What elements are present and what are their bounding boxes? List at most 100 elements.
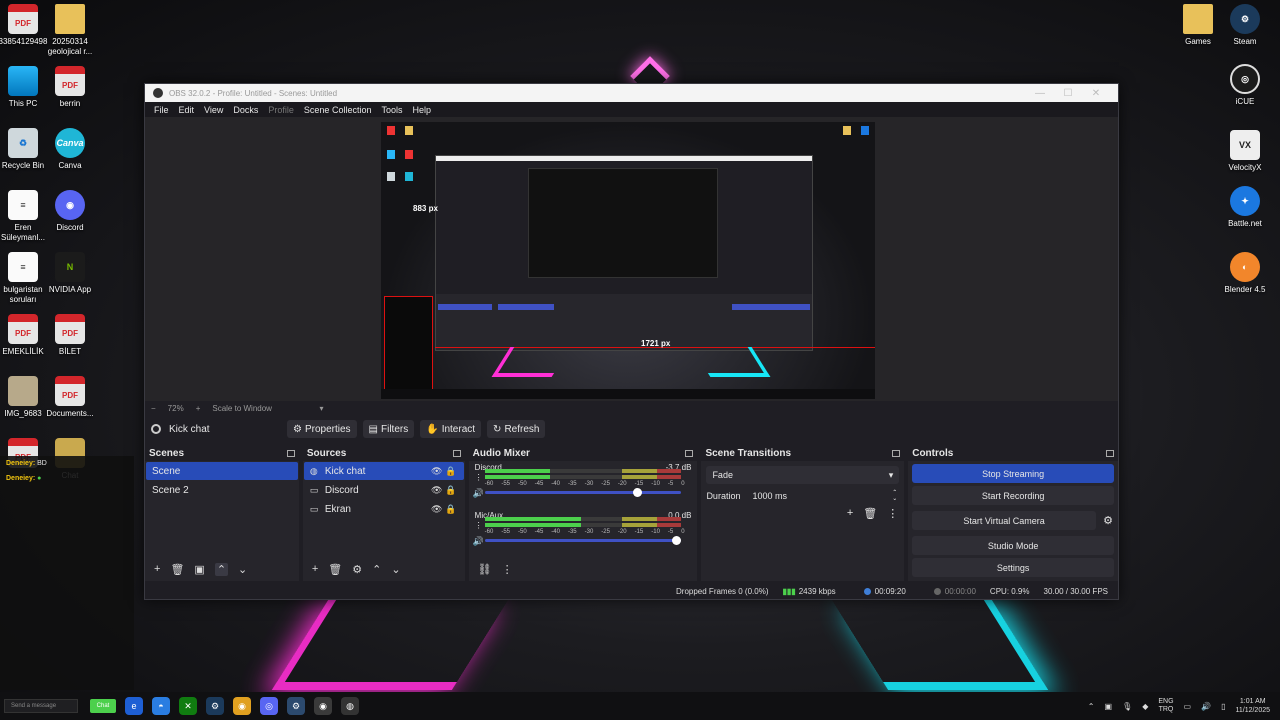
display-icon[interactable]: ▣ [1105,702,1113,711]
preview-canvas[interactable]: 883 px 1721 px [381,122,875,399]
filters-button[interactable]: ▤ Filters [362,420,415,438]
scale-mode-select[interactable]: Scale to Window ▾ [212,404,335,413]
move-up-icon[interactable]: ⌃ [214,562,229,576]
refresh-button[interactable]: ↻ Refresh [487,420,546,438]
studio-mode-button[interactable]: Studio Mode [912,536,1114,555]
desktop-icon[interactable]: ✦ Battle.net [1213,186,1277,229]
start-recording-button[interactable]: Start Recording [912,486,1114,505]
chat-send-button[interactable]: Chat [90,699,116,713]
maximize-icon[interactable]: ☐ [1054,88,1082,99]
transition-select[interactable]: Fade ▾ [706,466,900,484]
chrome-active-icon[interactable]: ◉ [314,697,332,715]
battery-icon[interactable]: ▯ [1221,702,1225,711]
undock-icon[interactable] [1106,450,1114,457]
volume-slider[interactable] [484,536,681,545]
interact-button[interactable]: ✋ Interact [420,420,482,438]
link-icon[interactable]: ⛓ [478,563,492,576]
desktop-icon[interactable]: PDF BİLET [38,314,102,357]
add-icon[interactable]: + [154,563,160,575]
xbox-icon[interactable]: ✕ [179,697,197,715]
volume-slider-handle[interactable] [632,488,642,497]
edge-icon[interactable]: e [125,697,143,715]
scene-item[interactable]: Scene [146,462,298,480]
desktop-icon[interactable]: PDF berrin [38,66,102,109]
settings-button[interactable]: Settings [912,558,1114,577]
chat-message-input[interactable]: Send a message [4,699,78,713]
more-icon[interactable]: ⋮ [502,563,513,576]
desktop-icon[interactable]: Canva Canva [38,128,102,171]
desktop-icon[interactable]: ◉ Discord [38,190,102,233]
trash-icon[interactable]: 🗑 [328,563,342,576]
zoom-in-button[interactable]: + [196,404,201,413]
chevron-up-icon[interactable]: ⌃ [1088,702,1095,711]
eye-icon[interactable]: 👁 [430,485,444,496]
microphone-icon[interactable]: 🎙 [1122,702,1132,711]
volume-slider[interactable] [484,488,681,497]
source-item[interactable]: ◍ Kick chat 👁 🔒 [303,462,464,480]
steam-window-icon[interactable]: ⚙ [287,697,305,715]
more-icon[interactable]: ⋮ [887,507,898,520]
desktop-icon[interactable]: VX VelocityX [1213,130,1277,173]
desktop-icon[interactable]: ◐ Blender 4.5 [1213,252,1277,295]
lock-icon[interactable]: 🔒 [444,504,458,515]
undock-icon[interactable] [892,450,901,457]
move-down-icon[interactable]: ⌄ [391,563,400,576]
volume-icon[interactable]: 🔊 [1201,702,1211,711]
source-item[interactable]: ▭ Discord 👁 🔒 [304,481,464,499]
browser-icon[interactable]: ◓ [152,697,170,715]
zoom-out-button[interactable]: − [151,404,156,413]
more-icon[interactable]: ⋮ [475,473,483,482]
network-icon[interactable]: ▭ [1184,702,1192,711]
menu-scene-collection[interactable]: Scene Collection [304,105,372,115]
menu-tools[interactable]: Tools [381,105,402,115]
volume-slider-handle[interactable] [671,536,681,545]
lock-icon[interactable]: 🔒 [444,485,458,496]
menu-file[interactable]: File [154,105,169,115]
menu-help[interactable]: Help [412,105,431,115]
desktop-icon[interactable]: PDF Documents... [38,376,102,419]
chrome-icon[interactable]: ◉ [233,697,251,715]
desktop-icon[interactable]: ⚙ Steam [1213,4,1277,47]
trash-icon[interactable]: 🗑 [170,563,184,576]
desktop-icon[interactable]: N NVIDIA App [38,252,102,295]
gear-icon[interactable]: ⚙ [352,563,362,576]
gear-icon[interactable]: ⚙ [1098,514,1118,527]
scene-item[interactable]: Scene 2 [146,481,298,499]
minimize-icon[interactable]: — [1026,88,1054,99]
preview-area[interactable]: 883 px 1721 px [145,117,1118,401]
more-icon[interactable]: ⋮ [475,521,483,530]
stop-streaming-button[interactable]: Stop Streaming [912,464,1114,483]
undock-icon[interactable] [452,450,461,457]
desktop-icon[interactable]: ◎ iCUE [1213,64,1277,107]
desktop-icon[interactable]: 20250314 geolojical r... [38,4,102,57]
add-icon[interactable]: + [312,563,318,575]
selected-source-bounds[interactable] [384,296,433,392]
clock[interactable]: 1:01 AM 11/12/2025 [1235,697,1270,715]
steam-icon[interactable]: ⚙ [206,697,224,715]
trash-icon[interactable]: 🗑 [863,507,877,520]
menu-edit[interactable]: Edit [179,105,195,115]
menu-docks[interactable]: Docks [233,105,258,115]
speaker-icon[interactable]: 🔊 [473,488,484,499]
properties-button[interactable]: ⚙ Properties [287,420,357,438]
move-down-icon[interactable]: ⌄ [238,563,247,576]
close-icon[interactable]: ✕ [1082,88,1110,99]
stepper-icon[interactable]: ⌃ ⌄ [892,490,897,502]
duration-input[interactable]: 1000 ms ⌃ ⌄ [750,489,900,503]
lock-icon[interactable]: 🔒 [444,466,458,477]
move-up-icon[interactable]: ⌃ [372,563,381,576]
undock-icon[interactable] [685,450,694,457]
start-virtual-camera-button[interactable]: Start Virtual Camera [912,511,1096,530]
source-item[interactable]: ▭ Ekran 👁 🔒 [304,500,464,518]
menu-profile[interactable]: Profile [268,105,294,115]
obs-icon[interactable]: ◍ [341,697,359,715]
add-icon[interactable]: + [847,507,853,520]
filter-icon[interactable]: ▣ [194,563,204,576]
eye-icon[interactable]: 👁 [430,466,444,477]
discord-icon[interactable]: ◎ [260,697,278,715]
menu-view[interactable]: View [204,105,223,115]
undock-icon[interactable] [286,450,295,457]
eye-icon[interactable]: 👁 [430,504,444,515]
language-indicator[interactable]: ENG TRQ [1158,698,1173,714]
speaker-icon[interactable]: 🔊 [473,536,484,547]
